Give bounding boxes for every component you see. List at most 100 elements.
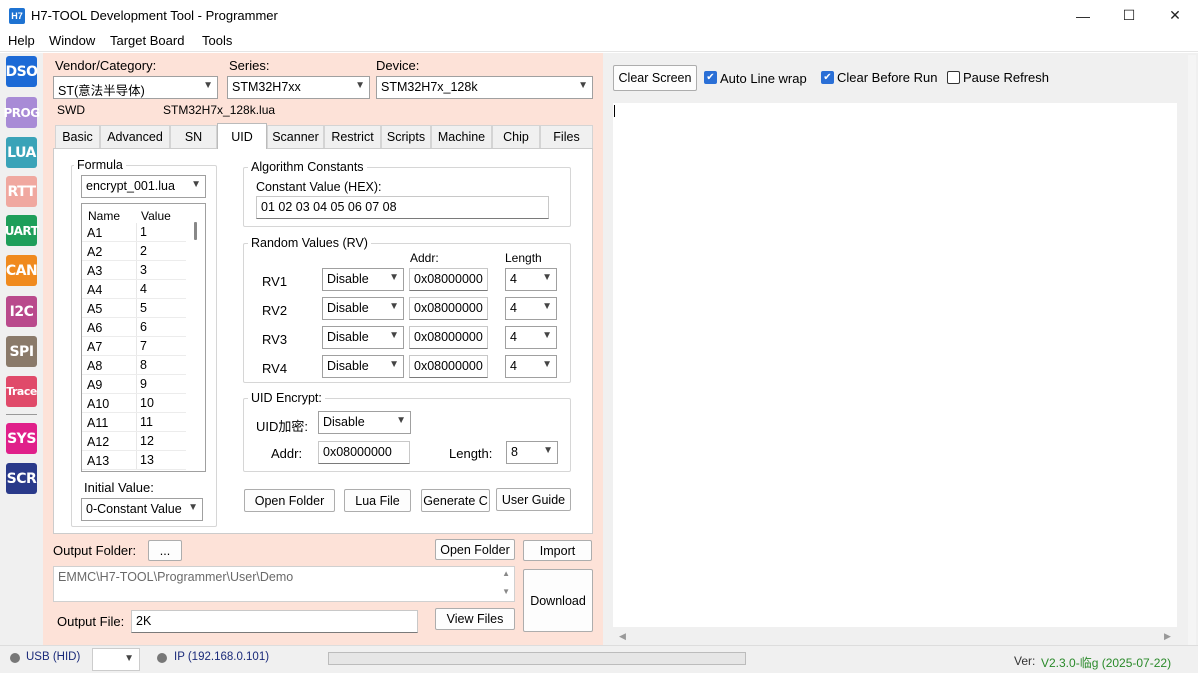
output-file-input[interactable]: 2K: [131, 610, 418, 633]
uid-addr-input[interactable]: 0x08000000: [318, 441, 410, 464]
download-button[interactable]: Download: [523, 569, 593, 632]
scroll-up-icon[interactable]: ▲: [502, 569, 510, 578]
sidebar-can-button[interactable]: CAN: [6, 255, 38, 286]
output-path-box[interactable]: EMMC\H7-TOOL\Programmer\User\Demo ▲ ▼: [53, 566, 515, 602]
menu-help[interactable]: Help: [8, 33, 35, 48]
sidebar-lua-button[interactable]: LUA: [6, 137, 37, 168]
column-divider: [136, 451, 137, 470]
table-row[interactable]: A2 2: [82, 242, 186, 261]
tab-basic[interactable]: Basic: [55, 125, 100, 148]
clear-screen-button[interactable]: Clear Screen: [613, 65, 697, 91]
tab-sn[interactable]: SN: [170, 125, 217, 148]
row-name: A12: [87, 435, 110, 449]
auto-wrap-checkbox[interactable]: ✔: [704, 71, 717, 84]
console-output[interactable]: [613, 103, 1177, 627]
rv-addr-header: Addr:: [410, 251, 439, 265]
sidebar-rtt-button[interactable]: RTT: [6, 176, 37, 207]
sidebar-i2c-button[interactable]: I2C: [6, 296, 37, 327]
table-row[interactable]: A11 11: [82, 413, 186, 432]
tab-chip[interactable]: Chip: [492, 125, 540, 148]
row-value: 4: [140, 282, 147, 296]
browse-output-folder-button[interactable]: ...: [148, 540, 182, 561]
chevron-down-icon: ▼: [191, 179, 201, 190]
sidebar-spi-button[interactable]: SPI: [6, 336, 37, 367]
uid-length-select[interactable]: 8 ▼: [506, 441, 558, 464]
rv4-addr-input[interactable]: 0x08000000: [409, 355, 488, 378]
table-row[interactable]: A12 12: [82, 432, 186, 451]
tab-scripts[interactable]: Scripts: [381, 125, 431, 148]
clear-before-run-checkbox[interactable]: ✔: [821, 71, 834, 84]
sidebar-prog-button[interactable]: PROG: [3, 97, 40, 128]
rv3-length-select[interactable]: 4 ▼: [505, 326, 557, 349]
rv3-mode-select[interactable]: Disable ▼: [322, 326, 404, 349]
column-divider: [136, 223, 137, 242]
rv2-addr-input[interactable]: 0x08000000: [409, 297, 488, 320]
table-row[interactable]: A5 5: [82, 299, 186, 318]
import-button[interactable]: Import: [523, 540, 592, 561]
table-row[interactable]: A10 10: [82, 394, 186, 413]
initial-value-select[interactable]: 0-Constant Value ▼: [81, 498, 203, 521]
table-row[interactable]: A6 6: [82, 318, 186, 337]
sidebar-trace-button[interactable]: Trace: [6, 376, 37, 407]
tab-scanner[interactable]: Scanner: [267, 125, 324, 148]
sidebar-uart-button[interactable]: UART: [5, 215, 39, 246]
usb-status-text: USB (HID): [26, 651, 81, 663]
open-lua-folder-button[interactable]: Open Folder: [244, 489, 335, 512]
algorithm-constants-title: Algorithm Constants: [248, 160, 367, 174]
table-row[interactable]: A1 1: [82, 223, 186, 242]
tab-restrict[interactable]: Restrict: [324, 125, 381, 148]
generate-c-button[interactable]: Generate C: [421, 489, 490, 512]
formula-value-list[interactable]: Name Value A1 1 A2 2 A3 3 A4 4 A5 5 A6 6 A7 7 A8 8 A9 9 A1…: [81, 203, 206, 472]
vendor-select[interactable]: ST(意法半导体) ▼: [53, 76, 218, 99]
uid-encrypt-mode-select[interactable]: Disable ▼: [318, 411, 411, 434]
lua-file-button[interactable]: Lua File: [344, 489, 411, 512]
table-row[interactable]: A7 7: [82, 337, 186, 356]
sidebar-scr-button[interactable]: SCR: [6, 463, 37, 494]
maximize-button[interactable]: ☐: [1106, 0, 1152, 31]
rv1-mode-select[interactable]: Disable ▼: [322, 268, 404, 291]
table-row[interactable]: A13 13: [82, 451, 186, 470]
view-files-button[interactable]: View Files: [435, 608, 515, 630]
menu-target-board[interactable]: Target Board: [110, 33, 184, 48]
menu-window[interactable]: Window: [49, 33, 95, 48]
checkmark-icon: ✔: [823, 72, 832, 83]
sidebar-sys-button[interactable]: SYS: [6, 423, 37, 454]
table-row[interactable]: A3 3: [82, 261, 186, 280]
menu-tools[interactable]: Tools: [202, 33, 232, 48]
close-button[interactable]: ✕: [1152, 0, 1198, 31]
minimize-button[interactable]: —: [1060, 0, 1106, 31]
user-guide-button[interactable]: User Guide: [496, 488, 571, 511]
scroll-right-icon[interactable]: ▶: [1164, 631, 1171, 642]
rv4-length-select[interactable]: 4 ▼: [505, 355, 557, 378]
table-row[interactable]: A8 8: [82, 356, 186, 375]
device-select[interactable]: STM32H7x_128k ▼: [376, 76, 593, 99]
pause-refresh-checkbox[interactable]: [947, 71, 960, 84]
scroll-left-icon[interactable]: ◀: [619, 631, 626, 642]
formula-select[interactable]: encrypt_001.lua ▼: [81, 175, 206, 198]
usb-device-select[interactable]: ▼: [92, 648, 140, 671]
rv4-mode-select[interactable]: Disable ▼: [322, 355, 404, 378]
row-name: A5: [87, 302, 103, 316]
tab-files[interactable]: Files: [540, 125, 593, 148]
version-label: Ver:: [1014, 654, 1036, 668]
chevron-down-icon: ▼: [396, 415, 406, 426]
rv2-length-select[interactable]: 4 ▼: [505, 297, 557, 320]
open-output-folder-button[interactable]: Open Folder: [435, 539, 515, 560]
rv3-addr-input[interactable]: 0x08000000: [409, 326, 488, 349]
table-row[interactable]: A9 9: [82, 375, 186, 394]
series-select[interactable]: STM32H7xx ▼: [227, 76, 370, 99]
rv1-length-select[interactable]: 4 ▼: [505, 268, 557, 291]
series-select-value: STM32H7xx: [232, 80, 301, 94]
constant-value-input[interactable]: 01 02 03 04 05 06 07 08: [256, 196, 549, 219]
row-value: 12: [140, 434, 154, 448]
scroll-down-icon[interactable]: ▼: [502, 587, 510, 596]
sidebar-dso-button[interactable]: DSO: [5, 56, 38, 87]
rv1-addr-input[interactable]: 0x08000000: [409, 268, 488, 291]
table-row[interactable]: A4 4: [82, 280, 186, 299]
tab-machine[interactable]: Machine: [431, 125, 492, 148]
rv2-mode-select[interactable]: Disable ▼: [322, 297, 404, 320]
list-scrollbar-thumb[interactable]: [194, 222, 197, 240]
window-scrollbar[interactable]: [1188, 55, 1196, 645]
tab-advanced[interactable]: Advanced: [100, 125, 170, 148]
tab-uid[interactable]: UID: [217, 123, 267, 149]
